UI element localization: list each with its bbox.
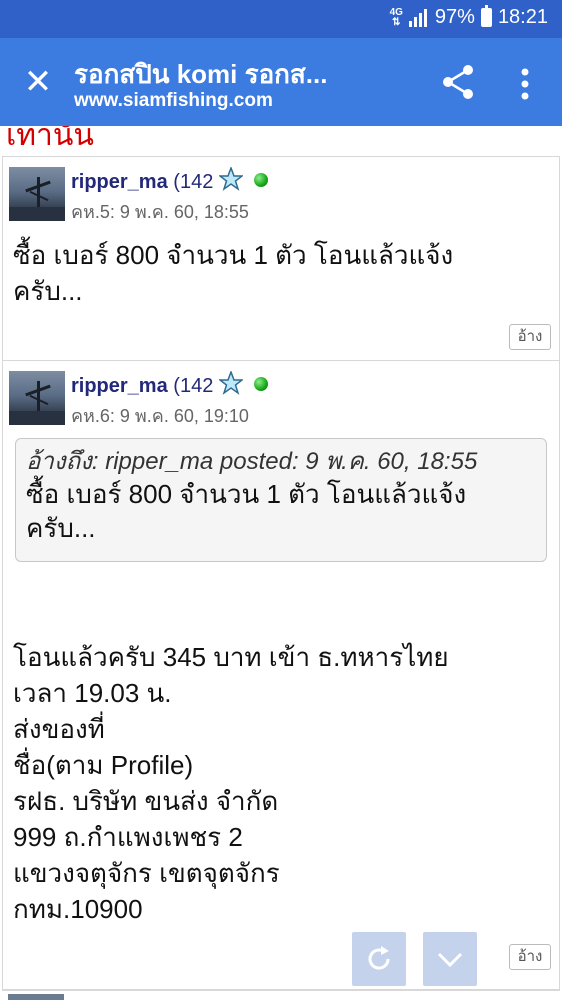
quoted-post: อ้างถึง: ripper_ma posted: 9 พ.ค. 60, 18… [15, 438, 547, 562]
signal-icon [408, 8, 429, 27]
post-body-line: แขวงจตุจักร เขตจุตจักร [13, 858, 280, 888]
network-type-label: 4G [389, 6, 403, 18]
quote-reply-button[interactable]: อ้าง [509, 944, 551, 970]
battery-fill [482, 10, 490, 25]
post-meta: คห.6: 9 พ.ค. 60, 19:10 [71, 406, 249, 426]
user-points: (142 [173, 171, 214, 193]
star-icon [218, 167, 243, 191]
more-vert-icon[interactable] [510, 64, 540, 104]
post-body-line: เวลา 19.03 น. [13, 678, 172, 708]
page-title: รอกสปิน komi รอกส... [74, 59, 328, 89]
refresh-button[interactable] [352, 932, 406, 986]
post-body-line: 999 ถ.กำแพงเพชร 2 [13, 822, 243, 852]
avatar [8, 994, 64, 1000]
online-status-icon [254, 173, 269, 187]
post-body: ซื้อ เบอร์ 800 จำนวน 1 ตัว โอนแล้วแจ้ง ค… [13, 237, 453, 309]
share-icon[interactable] [438, 62, 478, 102]
avatar[interactable] [9, 371, 65, 425]
post-body-line: กทม.10900 [13, 894, 143, 924]
post-author: ripper_ma (142 [71, 167, 269, 194]
app-bar: ✕ รอกสปิน komi รอกส... www.siamfishing.c… [0, 38, 562, 126]
chevron-down-icon [437, 952, 463, 968]
post-body-line: รฝธ. บริษัท ขนส่ง จำกัด [13, 786, 279, 816]
post-author: ripper_ma (142 [71, 371, 269, 398]
quote-header: อ้างถึง: ripper_ma posted: 9 พ.ค. 60, 18… [26, 448, 478, 475]
post-body-line: ส่งของที่ [13, 714, 105, 744]
online-status-icon [254, 377, 269, 391]
refresh-icon [368, 946, 390, 970]
post-body-line: โอนแล้วครับ 345 บาท เข้า ธ.ทหารไทย [13, 642, 449, 672]
avatar[interactable] [9, 167, 65, 221]
post-5: ripper_ma (142 คห.5: 9 พ.ค. 60, 18:55 ซื… [2, 156, 560, 361]
quote-line: ซื้อ เบอร์ 800 จำนวน 1 ตัว โอนแล้วแจ้ง [26, 479, 467, 509]
quote-reply-button[interactable]: อ้าง [509, 324, 551, 350]
battery-percent: 97% [434, 6, 475, 28]
post-body-line: ครับ... [13, 276, 83, 306]
username-link[interactable]: ripper_ma [71, 171, 168, 193]
post-body-line: ชื่อ(ตาม Profile) [13, 750, 194, 780]
battery-icon [480, 5, 492, 27]
previous-post-fragment: เท่านั้น [0, 126, 562, 156]
post-body: โอนแล้วครับ 345 บาท เข้า ธ.ทหารไทย เวลา … [13, 639, 449, 927]
username-link[interactable]: ripper_ma [71, 375, 168, 397]
user-points: (142 [173, 375, 214, 397]
quote-line: ครับ... [26, 513, 96, 543]
scroll-down-button[interactable] [423, 932, 477, 986]
previous-post-text: เท่านั้น [6, 126, 94, 152]
star-icon [218, 371, 243, 395]
status-bar: 4G ⇅ 97% 18:21 [0, 0, 562, 38]
clock: 18:21 [497, 6, 548, 28]
close-icon[interactable]: ✕ [22, 60, 54, 104]
next-post-fragment [2, 990, 560, 1000]
page-url: www.siamfishing.com [74, 90, 273, 111]
post-meta: คห.5: 9 พ.ค. 60, 18:55 [71, 202, 249, 222]
post-body-line: ซื้อ เบอร์ 800 จำนวน 1 ตัว โอนแล้วแจ้ง [13, 240, 454, 270]
post-6: ripper_ma (142 คห.6: 9 พ.ค. 60, 19:10 อ้… [2, 360, 560, 990]
status-bar-indicators: 4G ⇅ 97% 18:21 [389, 5, 548, 29]
network-type-indicator: 4G ⇅ [389, 6, 403, 28]
